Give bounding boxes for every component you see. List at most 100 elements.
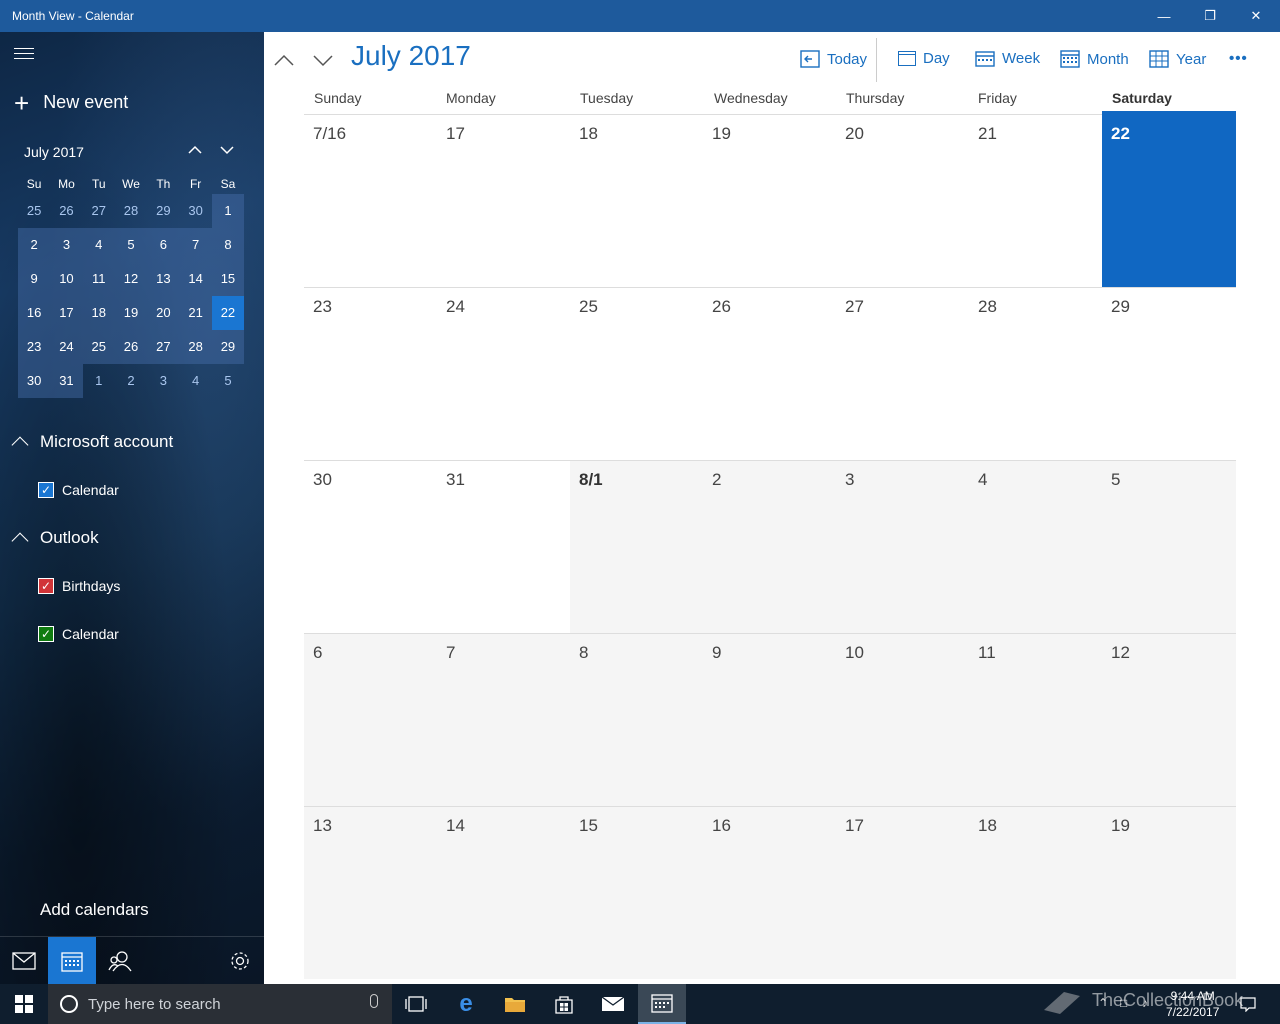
account-header-microsoft[interactable]: Microsoft account [11, 432, 173, 454]
account-header-outlook[interactable]: Outlook [11, 528, 99, 550]
day-cell[interactable]: 20 [836, 115, 969, 287]
file-explorer-icon[interactable] [491, 984, 539, 1024]
day-cell[interactable]: 9 [703, 634, 836, 806]
day-cell[interactable]: 2 [703, 461, 836, 633]
day-cell[interactable]: 7/16 [304, 115, 437, 287]
mail-app-icon[interactable] [589, 984, 637, 1024]
mini-calendar-day[interactable]: 19 [114, 296, 148, 330]
mini-calendar-day[interactable]: 24 [50, 330, 83, 364]
day-cell[interactable]: 8/1 [570, 461, 703, 633]
mini-calendar-day[interactable]: 12 [114, 262, 148, 296]
settings-gear-icon[interactable] [216, 937, 264, 985]
mini-calendar-day[interactable]: 27 [147, 330, 180, 364]
mini-calendar-day[interactable]: 9 [18, 262, 51, 296]
more-options-button[interactable]: ••• [1229, 50, 1248, 67]
mini-calendar-day[interactable]: 17 [50, 296, 83, 330]
day-cell[interactable]: 3 [836, 461, 969, 633]
mini-calendar-day[interactable]: 4 [82, 228, 115, 262]
mini-calendar-day[interactable]: 4 [179, 364, 211, 398]
day-cell[interactable]: 15 [570, 807, 703, 979]
day-cell[interactable]: 26 [703, 288, 836, 460]
day-cell[interactable]: 25 [570, 288, 703, 460]
previous-month-button[interactable] [272, 48, 296, 72]
day-cell[interactable]: 4 [969, 461, 1102, 633]
mini-calendar-day[interactable]: 13 [147, 262, 180, 296]
new-event-button[interactable]: + New event [14, 90, 128, 116]
mini-calendar-day[interactable]: 16 [18, 296, 51, 330]
mini-calendar-day[interactable]: 22 [211, 296, 245, 330]
mini-calendar-day[interactable]: 5 [114, 228, 148, 262]
mini-calendar-day[interactable]: 14 [179, 262, 212, 296]
day-cell[interactable]: 5 [1102, 461, 1236, 633]
day-cell[interactable]: 22 [1102, 111, 1236, 287]
mini-calendar-next-button[interactable] [216, 142, 238, 164]
taskbar-clock[interactable]: 9:44 AM 7/22/2017 [1166, 988, 1219, 1020]
day-cell[interactable]: 19 [703, 115, 836, 287]
checkbox-checked-icon[interactable]: ✓ [38, 482, 54, 498]
week-view-button[interactable]: Week [975, 50, 1040, 67]
close-button[interactable]: ✕ [1233, 0, 1279, 32]
day-cell[interactable]: 19 [1102, 807, 1236, 979]
mini-calendar-day[interactable]: 6 [147, 228, 180, 262]
day-cell[interactable]: 30 [304, 461, 437, 633]
action-center-icon[interactable] [1240, 996, 1256, 1015]
day-cell[interactable]: 17 [437, 115, 570, 287]
day-cell[interactable]: 27 [836, 288, 969, 460]
mini-calendar-day[interactable]: 1 [83, 364, 115, 398]
month-view-button[interactable]: Month [1060, 50, 1129, 68]
checkbox-checked-icon[interactable]: ✓ [38, 578, 54, 594]
mini-calendar-day[interactable]: 23 [18, 330, 51, 364]
calendar-app-icon[interactable] [48, 937, 96, 985]
mini-calendar-day[interactable]: 7 [179, 228, 212, 262]
mini-calendar-day[interactable]: 28 [179, 330, 212, 364]
mini-calendar-day[interactable]: 20 [147, 296, 180, 330]
mini-calendar-day[interactable]: 30 [179, 194, 211, 228]
mini-calendar-day[interactable]: 27 [83, 194, 115, 228]
task-view-icon[interactable] [392, 984, 440, 1024]
today-button[interactable]: Today [800, 50, 867, 68]
mini-calendar-day[interactable]: 28 [115, 194, 147, 228]
calendar-toggle-outlook-calendar[interactable]: ✓ Calendar [38, 626, 119, 642]
day-cell[interactable]: 24 [437, 288, 570, 460]
checkbox-checked-icon[interactable]: ✓ [38, 626, 54, 642]
mail-icon[interactable] [0, 937, 48, 985]
day-cell[interactable]: 11 [969, 634, 1102, 806]
hamburger-menu-icon[interactable] [14, 48, 34, 62]
mini-calendar-day[interactable]: 8 [211, 228, 245, 262]
mini-calendar-day[interactable]: 30 [18, 364, 51, 398]
mini-calendar-day[interactable]: 5 [212, 364, 244, 398]
day-cell[interactable]: 7 [437, 634, 570, 806]
start-button[interactable] [0, 984, 48, 1024]
mini-calendar-day[interactable]: 31 [50, 364, 83, 398]
day-cell[interactable]: 17 [836, 807, 969, 979]
day-cell[interactable]: 31 [437, 461, 570, 633]
mini-calendar-day[interactable]: 2 [18, 228, 51, 262]
day-cell[interactable]: 21 [969, 115, 1102, 287]
mini-calendar-previous-button[interactable] [184, 142, 206, 164]
day-cell[interactable]: 23 [304, 288, 437, 460]
store-icon[interactable] [540, 984, 588, 1024]
day-cell[interactable]: 13 [304, 807, 437, 979]
mini-calendar-title[interactable]: July 2017 [24, 144, 84, 160]
day-cell[interactable]: 18 [969, 807, 1102, 979]
day-cell[interactable]: 18 [570, 115, 703, 287]
edge-browser-icon[interactable]: e [442, 984, 490, 1024]
mini-calendar-day[interactable]: 26 [50, 194, 82, 228]
day-cell[interactable]: 8 [570, 634, 703, 806]
minimize-button[interactable]: — [1141, 0, 1187, 32]
mini-calendar-day[interactable]: 1 [211, 194, 245, 228]
calendar-toggle-microsoft-calendar[interactable]: ✓ Calendar [38, 482, 119, 498]
mini-calendar-day[interactable]: 29 [147, 194, 179, 228]
mini-calendar-day[interactable]: 3 [147, 364, 179, 398]
mini-calendar-day[interactable]: 21 [179, 296, 212, 330]
mini-calendar-day[interactable]: 11 [82, 262, 115, 296]
day-cell[interactable]: 29 [1102, 288, 1236, 460]
microphone-icon[interactable] [370, 994, 378, 1008]
day-cell[interactable]: 6 [304, 634, 437, 806]
restore-button[interactable]: ❐ [1187, 0, 1233, 32]
add-calendars-button[interactable]: Add calendars [40, 900, 149, 920]
year-view-button[interactable]: Year [1149, 50, 1206, 68]
mini-calendar-day[interactable]: 25 [82, 330, 115, 364]
mini-calendar-day[interactable]: 18 [82, 296, 115, 330]
day-cell[interactable]: 28 [969, 288, 1102, 460]
